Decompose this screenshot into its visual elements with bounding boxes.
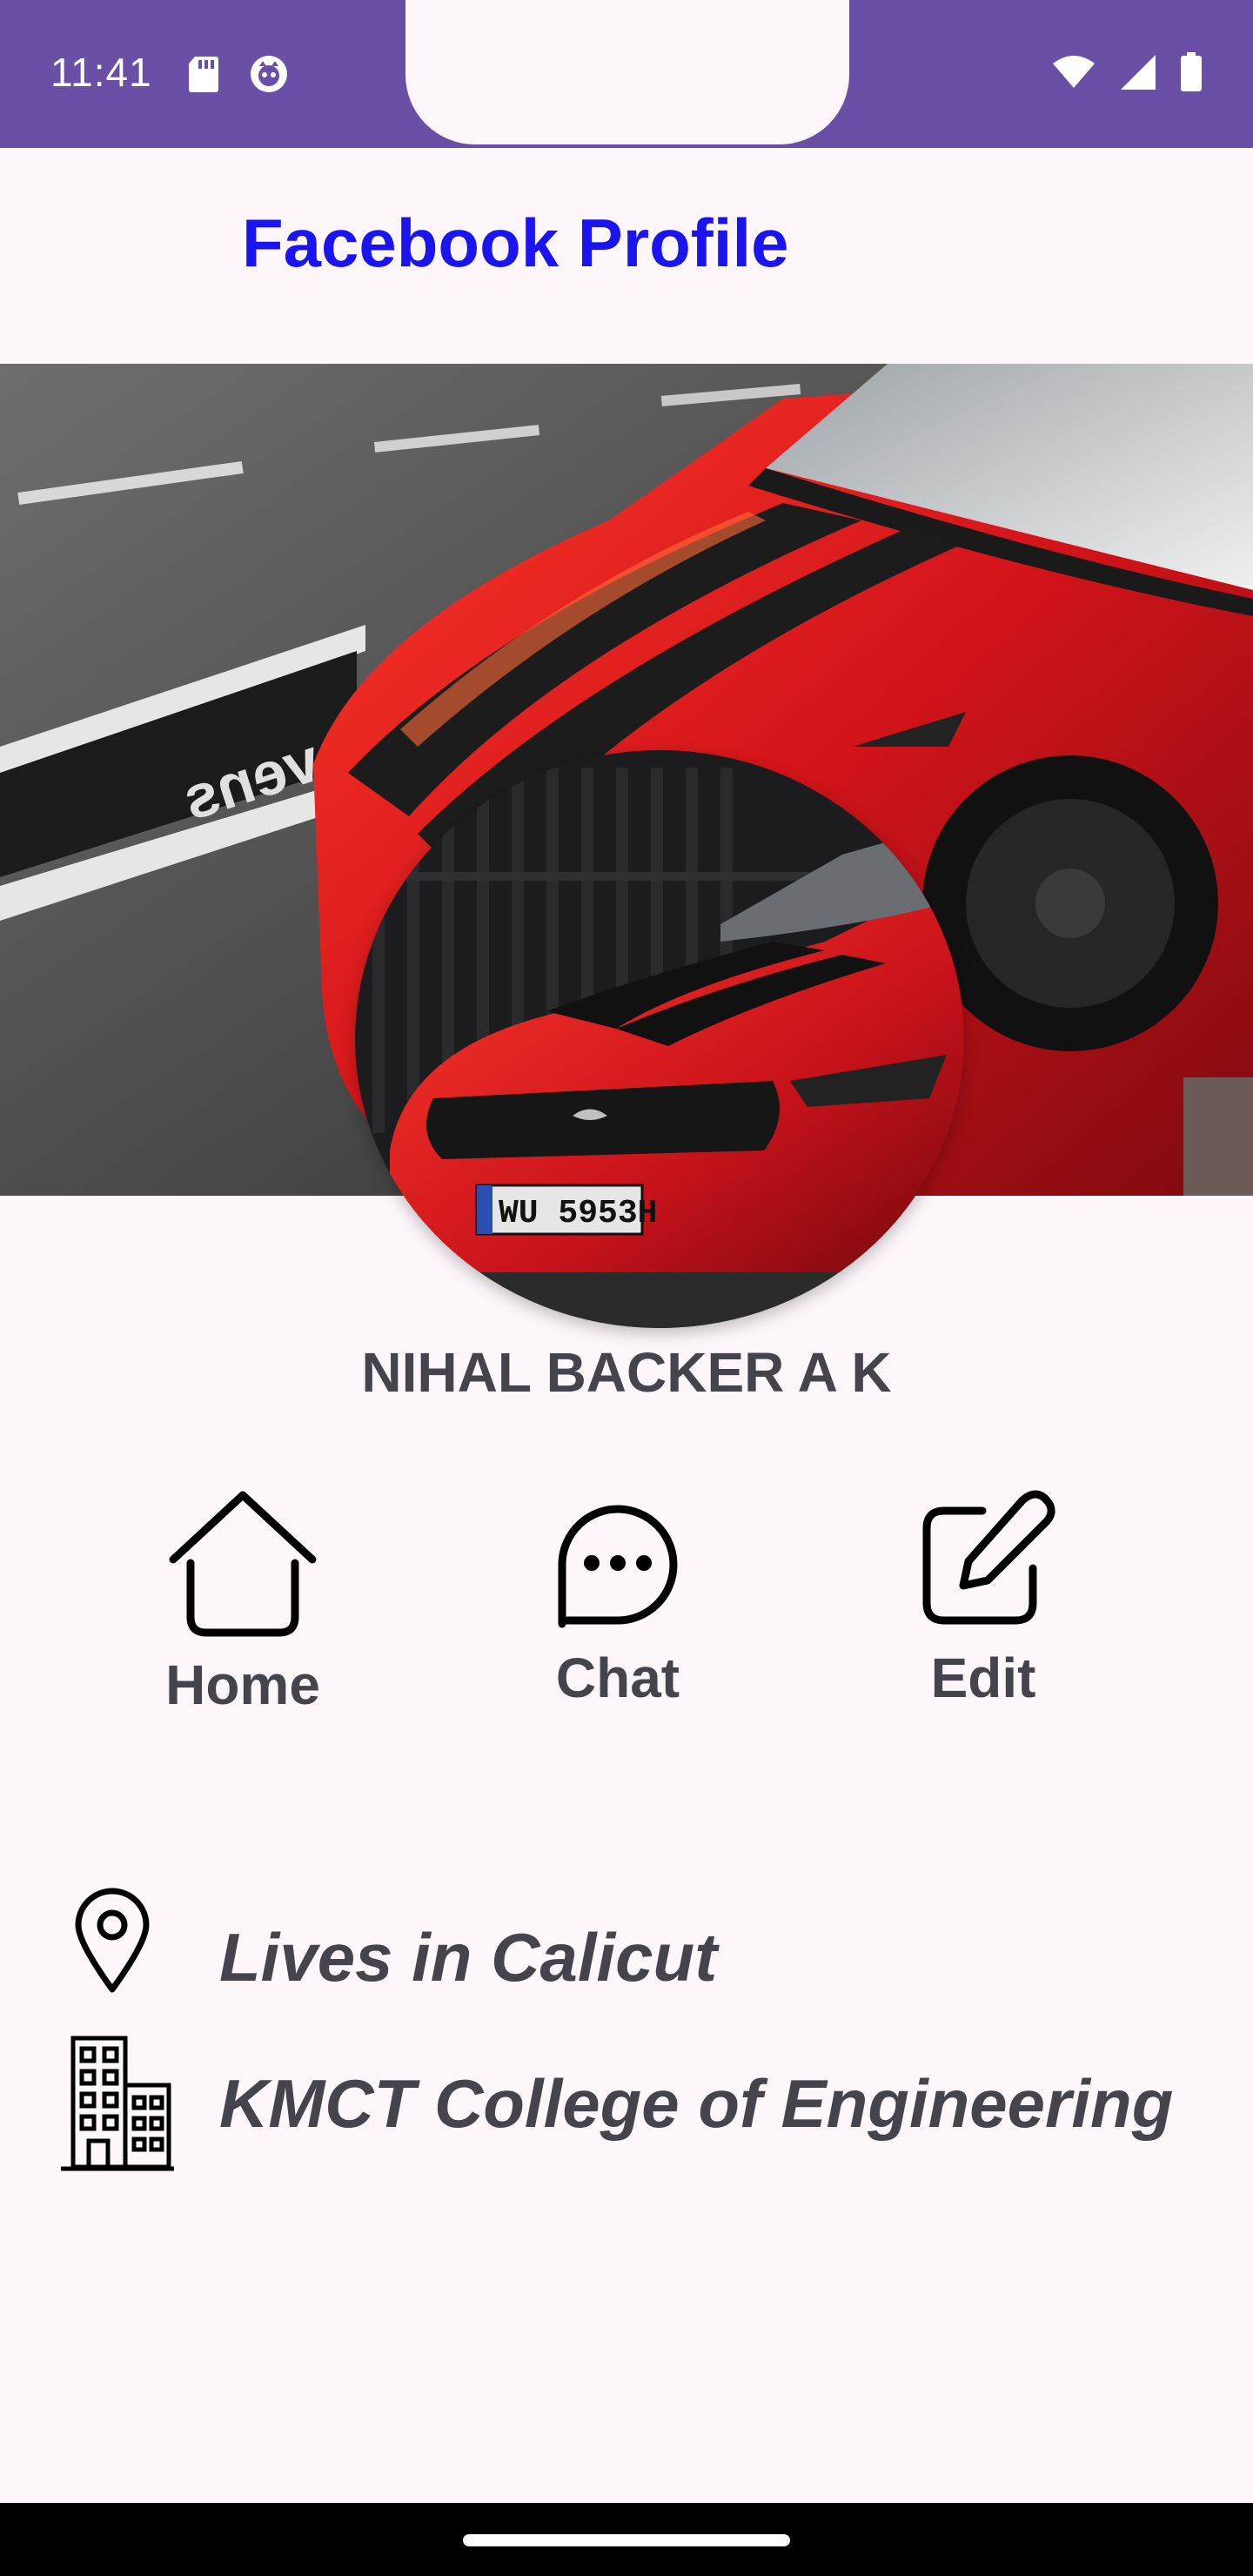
edit-label: Edit [930,1647,1036,1709]
sd-card-icon [188,55,219,97]
cellular-signal-icon [1119,53,1157,96]
info-row-location: Lives in Calicut [0,1878,1253,2017]
home-label: Home [165,1654,320,1716]
edit-icon [909,1488,1057,1637]
profile-screen: 11:41 Facebook Profile evens WU 5953H NI… [0,0,1253,2576]
chat-button[interactable]: Chat [531,1493,705,1710]
education-text: KMCT College of Engineering [219,2065,1174,2142]
chat-label: Chat [555,1647,680,1709]
building-icon [59,2033,176,2178]
chat-bubble-icon [550,1493,686,1637]
wifi-icon [1051,55,1096,94]
camera-notch [405,0,849,144]
page-title: Facebook Profile [242,205,789,281]
location-pin-icon [73,1887,151,1999]
status-icons-left [188,54,289,98]
edit-button[interactable]: Edit [896,1488,1070,1710]
profile-avatar[interactable]: WU 5953H [355,750,964,1328]
battery-icon [1180,52,1203,97]
location-text: Lives in Calicut [219,1919,718,1996]
home-icon [164,1486,321,1644]
profile-name: NIHAL BACKER A K [361,1341,892,1404]
app-notification-icon [249,54,289,98]
home-gesture-handle[interactable] [463,2534,790,2546]
info-row-education: KMCT College of Engineering [0,2031,1253,2171]
status-icons-right [1051,52,1203,97]
status-time: 11:41 [50,50,152,95]
svg-text:WU 5953H: WU 5953H [499,1195,657,1232]
home-button[interactable]: Home [150,1486,336,1717]
